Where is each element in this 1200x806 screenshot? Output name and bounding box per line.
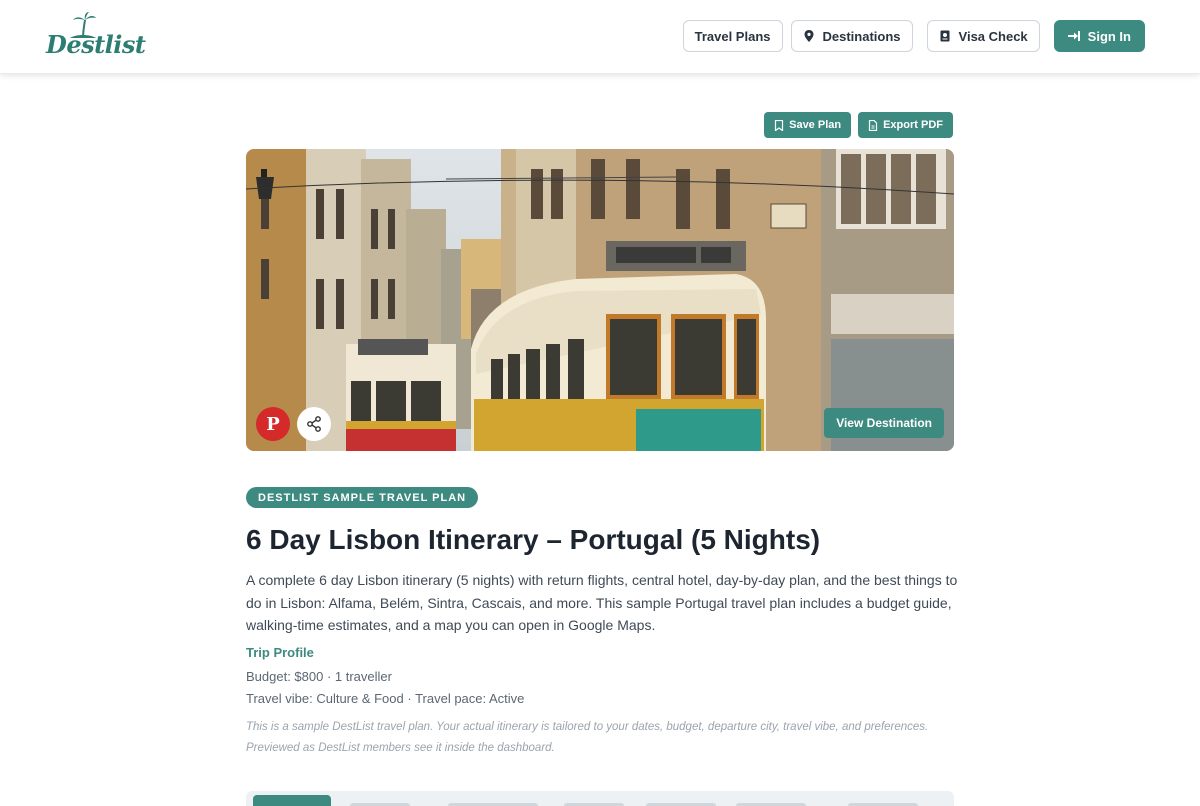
plan-actions: Save Plan Export PDF [764,112,953,138]
lisbon-tram-photo [246,149,954,451]
pinterest-button[interactable]: P [256,407,290,441]
plan-tabs [246,791,954,806]
visa-check-label: Visa Check [958,28,1028,44]
hero-image: P View Destination [246,149,954,451]
map-pin-icon [804,30,813,42]
travel-plans-button[interactable]: Travel Plans [682,20,783,52]
bookmark-icon [775,119,784,131]
document-icon [868,119,878,131]
passport-icon [940,30,950,42]
pinterest-icon: P [266,413,280,435]
share-button[interactable] [297,407,331,441]
visa-check-button[interactable]: Visa Check [926,20,1040,52]
plan-description: A complete 6 day Lisbon itinerary (5 nig… [246,572,958,633]
tab-active[interactable] [253,795,331,806]
trip-profile-vibe: Travel vibe: Culture & Food · Travel pac… [246,691,525,706]
page-title: 6 Day Lisbon Itinerary – Portugal (5 Nig… [246,524,821,555]
site-header: Destlist Travel Plans Destinations Visa … [0,0,1200,74]
destinations-button[interactable]: Destinations [790,20,913,52]
travel-plans-label: Travel Plans [694,28,771,44]
save-plan-label: Save Plan [789,119,842,131]
share-icon [307,416,321,432]
sign-in-label: Sign In [1087,28,1131,44]
trip-profile-heading: Trip Profile [246,645,314,660]
save-plan-button[interactable]: Save Plan [764,112,852,138]
sign-in-icon [1067,31,1080,41]
export-pdf-button[interactable]: Export PDF [858,112,953,138]
destinations-label: Destinations [822,28,901,44]
export-pdf-label: Export PDF [883,119,943,131]
logo[interactable]: Destlist [46,12,146,62]
view-destination-button[interactable]: View Destination [824,408,944,438]
main-nav: Travel Plans Destinations Visa Check Sig… [682,20,1145,52]
logo-text: Destlist [46,30,146,59]
sign-in-button[interactable]: Sign In [1053,20,1145,52]
sample-plan-badge: DESTLIST SAMPLE TRAVEL PLAN [246,487,479,508]
sample-plan-note: This is a sample DestList travel plan. Y… [246,721,929,754]
trip-profile-budget: Budget: $800 · 1 traveller [246,669,392,684]
